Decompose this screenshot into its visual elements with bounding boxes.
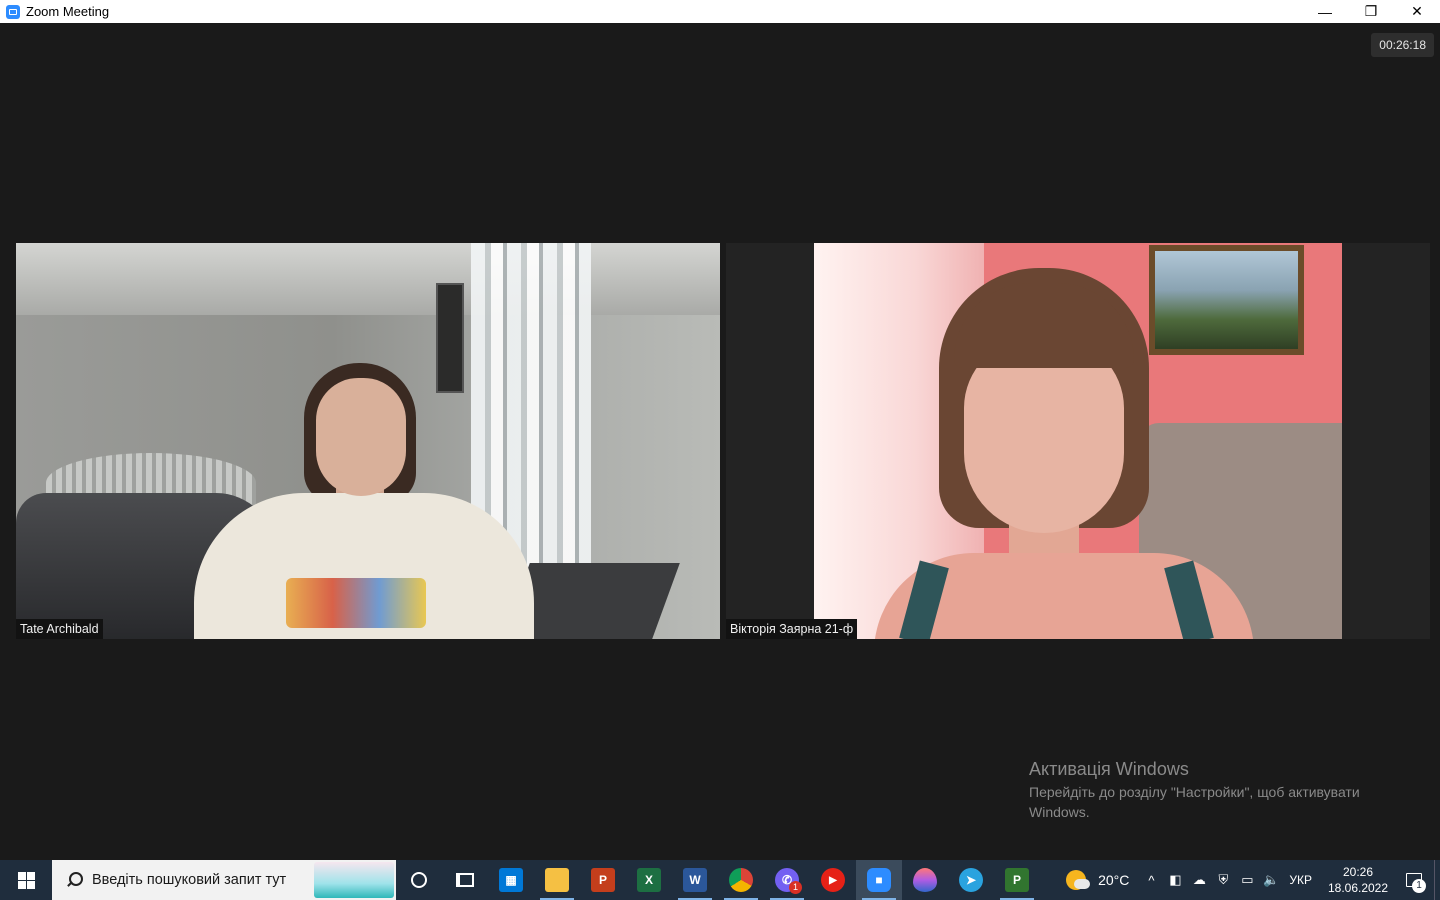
show-desktop-button[interactable] xyxy=(1434,860,1440,900)
excel-icon: X xyxy=(637,868,661,892)
viber-unread-badge: 1 xyxy=(789,881,802,894)
taskbar-app-telegram[interactable]: ➤ xyxy=(948,860,994,900)
word-icon: W xyxy=(683,868,707,892)
weather-temperature: 20°C xyxy=(1098,872,1130,888)
chrome-icon xyxy=(729,868,753,892)
taskbar: Введіть пошуковий запит тут ▦ P X W ✆ 1 … xyxy=(0,860,1440,900)
windows-logo-icon xyxy=(17,871,35,889)
file-explorer-icon xyxy=(545,868,569,892)
action-center-button[interactable]: 1 xyxy=(1394,860,1434,900)
search-highlight-image xyxy=(314,862,394,898)
window-controls: — ❐ ✕ xyxy=(1302,0,1440,23)
restore-button[interactable]: ❐ xyxy=(1348,0,1394,23)
network-icon[interactable]: ▭ xyxy=(1235,860,1259,900)
meet-now-icon[interactable]: ◧ xyxy=(1163,860,1187,900)
title-bar: Zoom Meeting — ❐ ✕ xyxy=(0,0,1440,23)
taskbar-search[interactable]: Введіть пошуковий запит тут xyxy=(52,860,396,900)
system-tray: 20°C ^ ◧ ☁ ⛨ ▭ 🔈 УКР 20:26 18.06.2022 1 xyxy=(1066,860,1440,900)
meeting-stage: 00:26:18 Tate Archibald Вікторія Заярна … xyxy=(0,23,1440,860)
powerpoint-icon: P xyxy=(591,868,615,892)
taskbar-app-youtube-music[interactable]: ▶ xyxy=(810,860,856,900)
participant-video-tile-1[interactable]: Tate Archibald xyxy=(16,243,720,639)
search-input[interactable]: Введіть пошуковий запит тут xyxy=(92,872,286,888)
minimize-button[interactable]: — xyxy=(1302,0,1348,23)
meeting-timer: 00:26:18 xyxy=(1371,33,1434,57)
taskbar-app-zoom[interactable]: ■ xyxy=(856,860,902,900)
taskbar-app-store[interactable]: ▦ xyxy=(488,860,534,900)
drop-app-icon xyxy=(913,868,937,892)
taskbar-app-drop[interactable] xyxy=(902,860,948,900)
wall-painting xyxy=(1149,245,1304,355)
cortana-icon xyxy=(411,872,427,888)
search-icon xyxy=(66,872,83,888)
close-button[interactable]: ✕ xyxy=(1394,0,1440,23)
windows-activation-watermark: Активація Windows Перейдіть до розділу "… xyxy=(1029,758,1409,822)
chevron-up-icon[interactable]: ^ xyxy=(1139,860,1163,900)
store-icon: ▦ xyxy=(499,868,523,892)
zoom-app-icon xyxy=(6,4,20,19)
video-feed xyxy=(814,243,1342,639)
notification-count: 1 xyxy=(1412,879,1426,893)
task-view-icon xyxy=(456,873,474,887)
language-indicator[interactable]: УКР xyxy=(1289,873,1312,887)
taskbar-app-excel[interactable]: X xyxy=(626,860,672,900)
participant-video-tile-2[interactable]: Вікторія Заярна 21-ф xyxy=(726,243,1430,639)
window-title: Zoom Meeting xyxy=(26,4,110,19)
volume-icon[interactable]: 🔈 xyxy=(1259,860,1283,900)
start-button[interactable] xyxy=(0,860,52,900)
taskbar-app-chrome[interactable] xyxy=(718,860,764,900)
taskbar-app-project[interactable]: P xyxy=(994,860,1040,900)
taskbar-app-word[interactable]: W xyxy=(672,860,718,900)
clock[interactable]: 20:26 18.06.2022 xyxy=(1322,864,1394,896)
youtube-music-icon: ▶ xyxy=(821,868,845,892)
taskbar-app-powerpoint[interactable]: P xyxy=(580,860,626,900)
activation-line-2: Windows. xyxy=(1029,804,1090,820)
activation-line-1: Перейдіть до розділу "Настройки", щоб ак… xyxy=(1029,784,1360,800)
clock-time: 20:26 xyxy=(1342,865,1374,879)
weather-widget[interactable]: 20°C xyxy=(1066,870,1129,890)
taskbar-app-viber[interactable]: ✆ 1 xyxy=(764,860,810,900)
telegram-icon: ➤ xyxy=(959,868,983,892)
onedrive-cloud-icon[interactable]: ☁ xyxy=(1187,860,1211,900)
security-icon[interactable]: ⛨ xyxy=(1211,860,1235,900)
zoom-icon: ■ xyxy=(867,868,891,892)
weather-icon xyxy=(1066,870,1091,890)
participant-name-tag: Tate Archibald xyxy=(16,619,103,639)
task-view-button[interactable] xyxy=(442,860,488,900)
clock-date: 18.06.2022 xyxy=(1327,881,1389,895)
participant-name-tag: Вікторія Заярна 21-ф xyxy=(726,619,858,639)
project-icon: P xyxy=(1005,868,1029,892)
cortana-button[interactable] xyxy=(396,860,442,900)
activation-title: Активація Windows xyxy=(1029,759,1189,779)
taskbar-app-explorer[interactable] xyxy=(534,860,580,900)
